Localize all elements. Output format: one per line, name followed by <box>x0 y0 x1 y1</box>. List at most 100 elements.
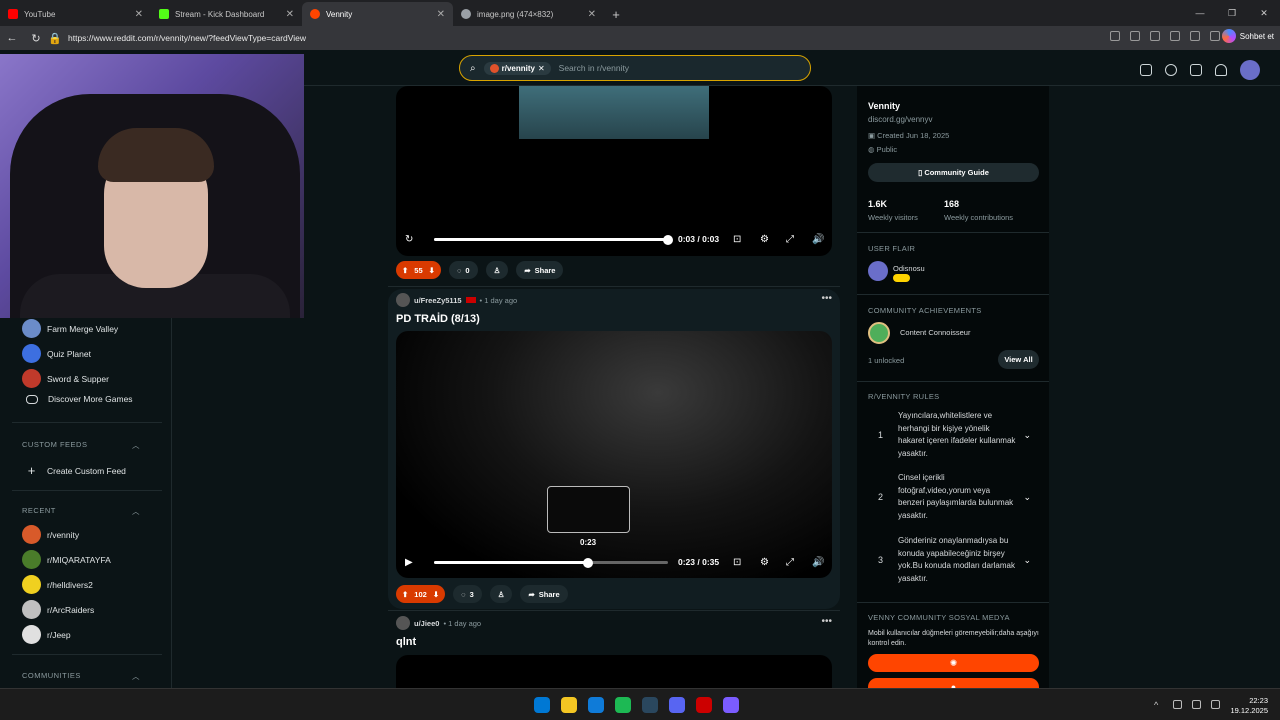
post-card[interactable]: u/FreeZy5115 • 1 day ago ••• PD TRAİD (8/… <box>388 289 840 609</box>
replay-icon[interactable]: ↻ <box>405 234 413 245</box>
custom-feeds-header[interactable]: CUSTOM FEEDS ︿ <box>22 440 140 451</box>
read-aloud-icon[interactable] <box>1130 31 1140 41</box>
author-link[interactable]: u/FreeZy5115 <box>414 296 462 305</box>
downvote-icon[interactable]: ⬇ <box>429 266 435 275</box>
favorite-icon[interactable] <box>1150 31 1160 41</box>
recent-item-vennity[interactable]: r/vennity <box>22 525 79 544</box>
recent-item-helldivers2[interactable]: r/helldivers2 <box>22 575 93 594</box>
share-button[interactable]: ➦ Share <box>516 261 564 279</box>
fullscreen-icon[interactable]: ⤢ <box>786 234 794 245</box>
create-post-icon[interactable] <box>1190 64 1202 76</box>
remove-chip-icon[interactable]: ✕ <box>538 64 545 73</box>
chevron-up-icon[interactable]: ^ <box>1154 700 1163 710</box>
volume-icon[interactable]: 🔊 <box>812 557 824 568</box>
video-player[interactable]: 0:23 <box>396 331 832 578</box>
play-icon[interactable]: ▶ <box>405 557 413 568</box>
view-all-button[interactable]: View All <box>998 350 1039 369</box>
edge-browser-icon[interactable] <box>588 697 604 713</box>
url-field[interactable]: https://www.reddit.com/r/vennity/new/?fe… <box>68 33 306 43</box>
share-button[interactable]: ➦ Share <box>520 585 568 603</box>
game-item-quiz-planet[interactable]: Quiz Planet <box>22 344 91 363</box>
spotify-icon[interactable] <box>615 697 631 713</box>
minimize-icon[interactable]: — <box>1184 0 1216 26</box>
close-tab-icon[interactable]: ✕ <box>135 9 143 20</box>
post-title[interactable]: qlnt <box>396 636 416 648</box>
chat-icon[interactable] <box>1165 64 1177 76</box>
captions-icon[interactable]: ⊡ <box>733 234 741 245</box>
post-card[interactable]: ↻ 0:03 / 0:03 ⊡ ⚙ ⤢ 🔊 ⬆ 55 ⬇ ◌ 0 ♙ ➦ Share <box>388 86 840 286</box>
maximize-icon[interactable]: ❐ <box>1216 0 1248 26</box>
settings-icon[interactable]: ⚙ <box>760 234 769 245</box>
video-scrubber[interactable] <box>663 234 673 245</box>
app-icon[interactable] <box>723 697 739 713</box>
recent-item-miqaratayfa[interactable]: r/MIQARATAYFA <box>22 550 111 569</box>
close-tab-icon[interactable]: ✕ <box>588 9 596 20</box>
vote-control[interactable]: ⬆ 55 ⬇ <box>396 261 441 279</box>
captions-icon[interactable]: ⊡ <box>733 557 741 568</box>
close-window-icon[interactable]: ✕ <box>1248 0 1280 26</box>
communities-header[interactable]: COMMUNITIES ︿ <box>22 671 140 682</box>
refresh-page-icon[interactable] <box>1170 31 1180 41</box>
fullscreen-icon[interactable]: ⤢ <box>786 557 794 568</box>
game-item-sword-supper[interactable]: Sword & Supper <box>22 369 109 388</box>
steam-icon[interactable] <box>642 697 658 713</box>
post-title[interactable]: PD TRAİD (8/13) <box>396 313 480 325</box>
advertise-icon[interactable] <box>1140 64 1152 76</box>
rule-item[interactable]: 2 Cinsel içerikli fotoğraf,video,yorum ve… <box>868 472 1039 522</box>
video-player[interactable] <box>396 655 832 688</box>
video-scrubber[interactable] <box>582 557 593 568</box>
copilot-button[interactable]: Sohbet et <box>1221 29 1274 43</box>
search-bar[interactable]: ⌕ r/vennity ✕ Search in r/vennity <box>459 55 811 81</box>
community-guide-button[interactable]: ▯ Community Guide <box>868 163 1039 182</box>
author-avatar[interactable] <box>396 293 410 307</box>
settings-icon[interactable]: ⚙ <box>760 557 769 568</box>
windows-start-icon[interactable] <box>534 697 550 713</box>
game-item-farm-merge-valley[interactable]: Farm Merge Valley <box>22 319 118 338</box>
tab-kick[interactable]: Stream - Kick Dashboard ✕ <box>151 2 302 26</box>
more-options-icon[interactable]: ••• <box>821 616 832 627</box>
file-explorer-icon[interactable] <box>561 697 577 713</box>
award-button[interactable]: ♙ <box>489 585 513 603</box>
obs-icon[interactable] <box>696 697 712 713</box>
upvote-icon[interactable]: ⬆ <box>402 266 408 275</box>
discover-games-link[interactable]: Discover More Games <box>22 394 133 404</box>
notifications-icon[interactable] <box>1215 64 1227 76</box>
recent-header[interactable]: RECENT ︿ <box>22 506 140 517</box>
recent-item-jeep[interactable]: r/Jeep <box>22 625 71 644</box>
comments-button[interactable]: ◌ 0 <box>448 261 478 279</box>
back-icon[interactable]: ← <box>0 32 24 44</box>
system-clock[interactable]: 22:23 19.12.2025 <box>1230 696 1268 716</box>
rule-item[interactable]: 3 Gönderiniz onaylanmadıysa bu konuda yap… <box>868 535 1039 585</box>
tab-vennity[interactable]: Vennity ✕ <box>302 2 453 26</box>
author-link[interactable]: u/Jiee0 <box>414 619 439 628</box>
downvote-icon[interactable]: ⬇ <box>433 590 439 599</box>
post-card[interactable]: u/Jiee0 • 1 day ago ••• qlnt <box>388 613 840 688</box>
rule-item[interactable]: 1 Yayıncılara,whitelistlere ve herhangi b… <box>868 410 1039 460</box>
user-avatar[interactable] <box>1240 60 1260 80</box>
flair-username[interactable]: Odisnosu <box>893 264 925 273</box>
microphone-icon[interactable] <box>1173 700 1182 709</box>
comments-button[interactable]: ◌ 3 <box>453 585 482 603</box>
upvote-icon[interactable]: ⬆ <box>402 590 408 599</box>
new-tab-button[interactable]: + <box>604 2 628 26</box>
search-input[interactable]: Search in r/vennity <box>559 63 629 73</box>
tab-youtube[interactable]: YouTube ✕ <box>0 2 151 26</box>
volume-icon[interactable] <box>1211 700 1220 709</box>
refresh-icon[interactable]: ↻ <box>24 32 48 45</box>
recent-item-arcraiders[interactable]: r/ArcRaiders <box>22 600 94 619</box>
volume-icon[interactable]: 🔊 <box>812 234 824 245</box>
extensions-icon[interactable] <box>1190 31 1200 41</box>
display-icon[interactable] <box>1192 700 1201 709</box>
award-button[interactable]: ♙ <box>485 261 509 279</box>
close-tab-icon[interactable]: ✕ <box>437 9 445 20</box>
lock-icon[interactable]: 🔒 <box>48 32 62 45</box>
author-avatar[interactable] <box>396 616 410 630</box>
social-link-button[interactable]: ● <box>868 678 1039 688</box>
social-link-button[interactable]: ✺ <box>868 654 1039 672</box>
favorites-list-icon[interactable] <box>1210 31 1220 41</box>
create-custom-feed-button[interactable]: + Create Custom Feed <box>22 463 126 478</box>
subreddit-chip[interactable]: r/vennity ✕ <box>483 61 551 75</box>
more-options-icon[interactable]: ••• <box>821 293 832 304</box>
community-link[interactable]: discord.gg/vennyv <box>868 115 932 124</box>
split-screen-icon[interactable] <box>1110 31 1120 41</box>
